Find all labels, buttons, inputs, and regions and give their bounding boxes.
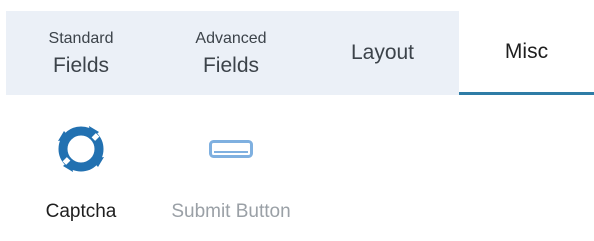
field-captcha-label: Captcha [45, 201, 117, 222]
field-category-tabs: Standard Fields Advanced Fields Layout M… [6, 11, 594, 95]
tab-misc[interactable]: Misc [459, 11, 594, 95]
tab-advanced-fields-small-label: Advanced [195, 29, 267, 47]
tab-advanced-fields-label: Fields [202, 53, 260, 77]
field-list: Captcha Submit Button [6, 95, 594, 241]
submit-button-icon [201, 125, 261, 173]
tab-standard-fields-small-label: Standard [48, 29, 114, 47]
tab-layout[interactable]: Layout [306, 11, 459, 95]
tab-misc-label: Misc [504, 39, 549, 63]
field-submit-button-label: Submit Button [171, 201, 291, 222]
tab-standard-fields[interactable]: Standard Fields [6, 11, 156, 95]
field-captcha[interactable]: Captcha [6, 95, 156, 241]
captcha-icon [51, 125, 111, 173]
tab-standard-fields-label: Fields [52, 53, 110, 77]
field-picker-panel: Standard Fields Advanced Fields Layout M… [0, 0, 594, 241]
field-submit-button[interactable]: Submit Button [156, 95, 306, 241]
tab-advanced-fields[interactable]: Advanced Fields [156, 11, 306, 95]
tab-layout-label: Layout [350, 41, 415, 64]
